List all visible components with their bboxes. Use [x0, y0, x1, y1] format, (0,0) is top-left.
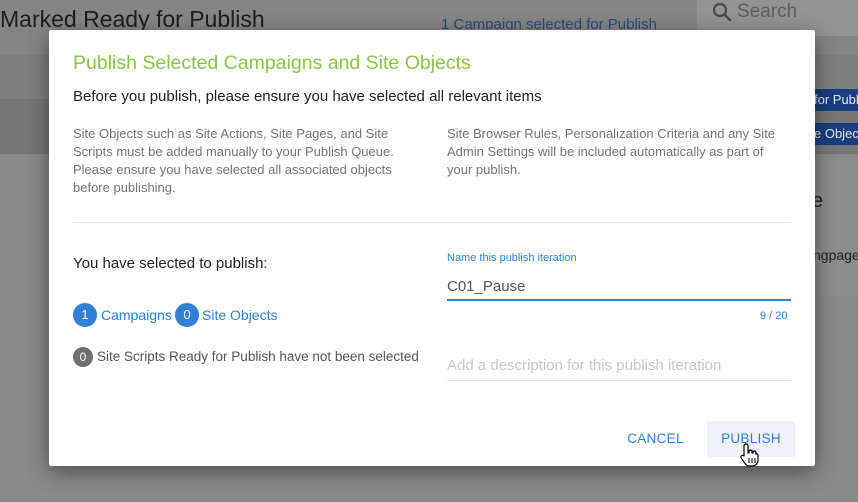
- cancel-button[interactable]: CANCEL: [619, 421, 692, 457]
- campaigns-count-badge: 1: [73, 303, 97, 327]
- background-panel-item: ngpage: [813, 247, 858, 263]
- search-icon: [712, 2, 732, 22]
- selected-to-publish-label: You have selected to publish:: [73, 255, 268, 272]
- hand-pointer-icon: [740, 443, 759, 467]
- site-objects-count-badge: 0: [175, 303, 199, 327]
- dialog-title: Publish Selected Campaigns and Site Obje…: [73, 52, 471, 74]
- divider: [73, 222, 791, 223]
- site-scripts-warning: Site Scripts Ready for Publish have not …: [97, 349, 419, 364]
- campaigns-link[interactable]: Campaigns: [101, 307, 172, 323]
- automatic-items-note: Site Browser Rules, Personalization Crit…: [447, 126, 776, 177]
- character-counter: 9 / 20: [760, 310, 788, 322]
- dialog-subtitle: Before you publish, please ensure you ha…: [73, 88, 542, 105]
- site-scripts-count-badge: 0: [73, 347, 93, 367]
- publish-dialog: Publish Selected Campaigns and Site Obje…: [49, 30, 815, 466]
- site-objects-link[interactable]: Site Objects: [202, 307, 277, 323]
- background-page-title: Marked Ready for Publish: [0, 6, 265, 32]
- site-objects-note: Site Objects such as Site Actions, Site …: [73, 126, 394, 195]
- background-publish-button: for Publ: [810, 89, 858, 111]
- publish-description-input[interactable]: [447, 350, 791, 381]
- background-search-placeholder: Search: [737, 1, 798, 22]
- background-objects-button: e Objects: [810, 123, 858, 145]
- publish-name-input[interactable]: [447, 273, 791, 301]
- publish-name-label: Name this publish iteration: [447, 252, 577, 264]
